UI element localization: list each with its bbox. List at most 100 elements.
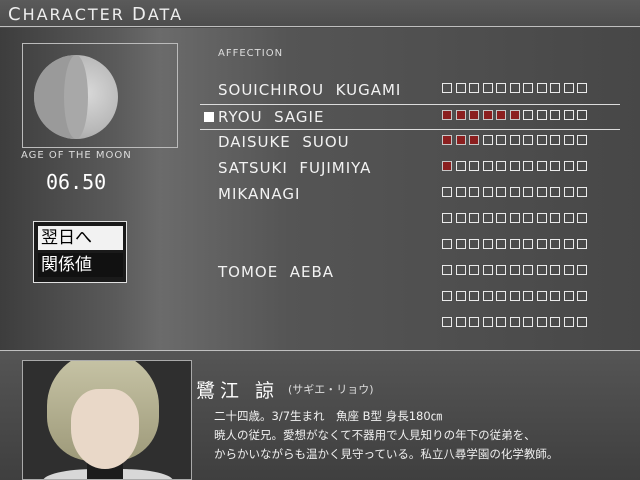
description-line-3: からかいながらも温かく見守っている。私立八尋学園の化学教師。 <box>214 447 559 461</box>
affection-box-empty <box>496 187 506 197</box>
affection-row[interactable]: MIKANAGI <box>200 182 620 206</box>
character-name: 鷺江 諒 <box>196 380 280 402</box>
character-row-name: SOUICHIROU KUGAMI <box>218 81 402 99</box>
affection-row[interactable]: SATSUKI FUJIMIYA <box>200 156 620 180</box>
affection-box-empty <box>442 291 452 301</box>
character-reading: (サギエ・リョウ) <box>288 383 374 396</box>
affection-row[interactable] <box>200 234 620 258</box>
affection-box-empty <box>455 317 466 327</box>
header-divider <box>0 26 640 27</box>
affection-box-empty <box>577 161 587 171</box>
affection-box-empty <box>563 110 574 120</box>
affection-box-empty <box>509 161 520 171</box>
affection-row[interactable]: DAISUKE SUOU <box>200 130 620 154</box>
character-portrait <box>22 360 192 480</box>
affection-box-empty <box>577 291 587 301</box>
character-row-name: SATSUKI FUJIMIYA <box>218 159 372 177</box>
affection-meter <box>442 110 587 120</box>
affection-box-empty <box>536 110 547 120</box>
affection-box-empty <box>469 83 479 93</box>
affection-box-empty <box>536 187 547 197</box>
affection-box-filled <box>482 110 493 120</box>
affection-box-empty <box>469 265 479 275</box>
profile-divider <box>0 350 640 351</box>
affection-box-empty <box>442 265 452 275</box>
menu-next-day[interactable]: 翌日へ <box>38 226 123 250</box>
affection-box-empty <box>482 239 493 249</box>
affection-box-filled <box>509 110 520 120</box>
character-row-name: DAISUKE SUOU <box>218 133 350 151</box>
affection-box-empty <box>509 265 520 275</box>
affection-meter <box>442 265 587 275</box>
affection-box-empty <box>496 265 506 275</box>
menu-relations[interactable]: 関係値 <box>38 253 123 277</box>
affection-row[interactable] <box>200 208 620 232</box>
affection-box-empty <box>455 83 466 93</box>
affection-box-empty <box>496 213 506 223</box>
affection-box-empty <box>496 291 506 301</box>
affection-box-empty <box>442 83 452 93</box>
affection-box-empty <box>550 213 560 223</box>
affection-box-filled <box>442 110 452 120</box>
affection-box-empty <box>469 161 479 171</box>
affection-box-filled <box>442 161 452 171</box>
affection-row[interactable]: SOUICHIROU KUGAMI <box>200 78 620 102</box>
affection-box-empty <box>509 135 520 145</box>
affection-box-empty <box>442 317 452 327</box>
affection-box-empty <box>577 135 587 145</box>
affection-meter <box>442 239 587 249</box>
affection-box-empty <box>509 317 520 327</box>
affection-row[interactable]: TOMOE AEBA <box>200 260 620 284</box>
affection-box-empty <box>563 213 574 223</box>
affection-box-empty <box>469 239 479 249</box>
affection-box-empty <box>550 291 560 301</box>
affection-box-empty <box>563 83 574 93</box>
affection-box-empty <box>496 161 506 171</box>
affection-box-empty <box>509 291 520 301</box>
affection-row[interactable] <box>200 286 620 310</box>
affection-box-empty <box>563 161 574 171</box>
affection-box-empty <box>577 239 587 249</box>
affection-label: AFFECTION <box>218 48 284 59</box>
affection-box-filled <box>496 110 506 120</box>
affection-box-empty <box>509 239 520 249</box>
affection-box-empty <box>509 83 520 93</box>
affection-box-empty <box>523 83 533 93</box>
affection-box-empty <box>577 83 587 93</box>
affection-box-empty <box>563 187 574 197</box>
affection-meter <box>442 317 587 327</box>
affection-box-empty <box>482 83 493 93</box>
affection-box-empty <box>536 83 547 93</box>
affection-box-empty <box>509 187 520 197</box>
moon-phase-icon <box>34 55 118 139</box>
affection-box-empty <box>496 239 506 249</box>
affection-box-filled <box>469 110 479 120</box>
affection-box-empty <box>482 187 493 197</box>
affection-box-empty <box>482 291 493 301</box>
command-menu: 翌日へ 関係値 <box>33 221 127 283</box>
affection-box-empty <box>523 187 533 197</box>
affection-box-empty <box>536 265 547 275</box>
affection-box-empty <box>563 317 574 327</box>
affection-box-empty <box>455 239 466 249</box>
affection-box-empty <box>536 135 547 145</box>
affection-box-empty <box>442 239 452 249</box>
affection-box-empty <box>577 317 587 327</box>
description-line-1: 二十四歳。3/7生まれ 魚座 B型 身長180㎝ <box>214 409 443 423</box>
affection-box-empty <box>496 317 506 327</box>
screen-title: CHARACTER DATA <box>8 4 184 25</box>
affection-box-empty <box>550 110 560 120</box>
character-row-name: RYOU SAGIE <box>218 108 325 126</box>
affection-box-empty <box>469 291 479 301</box>
affection-box-empty <box>577 265 587 275</box>
affection-box-empty <box>550 161 560 171</box>
affection-meter <box>442 83 587 93</box>
affection-row[interactable]: RYOU SAGIE <box>200 104 620 130</box>
portrait-face <box>71 389 139 469</box>
affection-meter <box>442 213 587 223</box>
affection-box-empty <box>563 291 574 301</box>
affection-row[interactable] <box>200 312 620 336</box>
affection-meter <box>442 291 587 301</box>
affection-box-empty <box>577 213 587 223</box>
affection-box-empty <box>523 317 533 327</box>
